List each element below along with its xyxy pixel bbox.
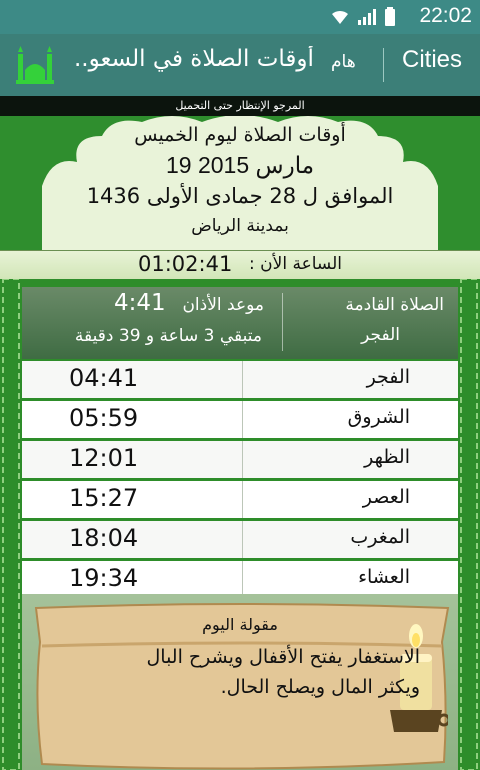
loading-message: المرجو الإنتظار حتى التحميل <box>0 96 480 116</box>
wifi-icon <box>332 10 348 24</box>
prayer-time: 12:01 <box>69 444 139 472</box>
prayer-name: الشروق <box>347 406 410 428</box>
status-bar: 22:02 <box>0 0 480 34</box>
cities-button[interactable]: Cities <box>402 46 462 74</box>
row-divider <box>242 401 243 438</box>
ham-menu-button[interactable]: هام <box>331 52 356 72</box>
prayer-time: 18:04 <box>69 524 139 552</box>
prayer-name: المغرب <box>350 526 410 548</box>
quote-title: مقولة اليوم <box>202 615 278 634</box>
right-border-pattern <box>458 279 480 770</box>
row-divider <box>242 441 243 478</box>
row-divider <box>242 361 243 398</box>
remaining-time: متبقي 3 ساعة و 39 دقيقة <box>74 326 262 346</box>
prayer-time: 15:27 <box>69 484 139 512</box>
prayer-time: 04:41 <box>69 364 139 392</box>
current-time-bar: 01:02:41 الساعة الأن : <box>0 250 480 280</box>
prayer-times-area: الصلاة القادمة الفجر موعد الأذان 4:41 مت… <box>0 279 480 770</box>
prayer-time: 05:59 <box>69 404 139 432</box>
next-panel-divider <box>282 293 283 351</box>
row-divider <box>242 521 243 558</box>
prayer-name: العشاء <box>358 566 410 588</box>
prayer-table: 04:41 الفجر 05:59 الشروق 12:01 الظهر 15:… <box>22 361 458 601</box>
prayer-row-dhuhr[interactable]: 12:01 الظهر <box>22 441 458 481</box>
quote-of-the-day: مقولة اليوم الاستغفار يفتح الأقفال ويشرح… <box>22 594 458 770</box>
prayer-name: الفجر <box>366 366 410 388</box>
next-prayer-name: الفجر <box>361 325 400 345</box>
app-title: أوقات الصلاة في السعو.. <box>74 46 314 72</box>
next-prayer-panel: الصلاة القادمة الفجر موعد الأذان 4:41 مت… <box>22 287 458 359</box>
row-divider <box>242 481 243 518</box>
adhan-label: موعد الأذان <box>182 295 264 315</box>
gregorian-date: 19 مارس 2015 <box>165 152 315 178</box>
city-line: بمدينة الرياض <box>191 216 289 236</box>
prayer-time: 19:34 <box>69 564 139 592</box>
hijri-date: الموافق ل 28 جمادى الأولى 1436 <box>86 184 394 208</box>
mosque-logo-icon[interactable] <box>10 44 58 86</box>
status-time: 22:02 <box>419 4 472 27</box>
prayer-row-maghrib[interactable]: 18:04 المغرب <box>22 521 458 561</box>
prayer-name: العصر <box>362 486 410 508</box>
day-line: أوقات الصلاة ليوم الخميس <box>134 124 346 146</box>
date-header-panel: أوقات الصلاة ليوم الخميس 19 مارس 2015 ال… <box>0 116 480 250</box>
action-divider <box>383 48 384 82</box>
action-bar: أوقات الصلاة في السعو.. هام Cities <box>0 34 480 96</box>
status-icons <box>330 7 396 27</box>
prayer-row-shuruq[interactable]: 05:59 الشروق <box>22 401 458 441</box>
battery-icon <box>385 7 395 26</box>
prayer-row-asr[interactable]: 15:27 العصر <box>22 481 458 521</box>
prayer-name: الظهر <box>364 446 410 468</box>
prayer-row-fajr[interactable]: 04:41 الفجر <box>22 361 458 401</box>
next-prayer-label: الصلاة القادمة <box>345 295 444 315</box>
current-time: 01:02:41 <box>138 252 233 276</box>
quote-text: الاستغفار يفتح الأقفال ويشرح البال ويكثر… <box>146 646 420 698</box>
left-border-pattern <box>0 279 22 770</box>
signal-icon <box>358 9 376 25</box>
current-time-label: الساعة الأن : <box>249 254 342 274</box>
adhan-time: 4:41 <box>114 290 166 316</box>
row-divider <box>242 561 243 598</box>
